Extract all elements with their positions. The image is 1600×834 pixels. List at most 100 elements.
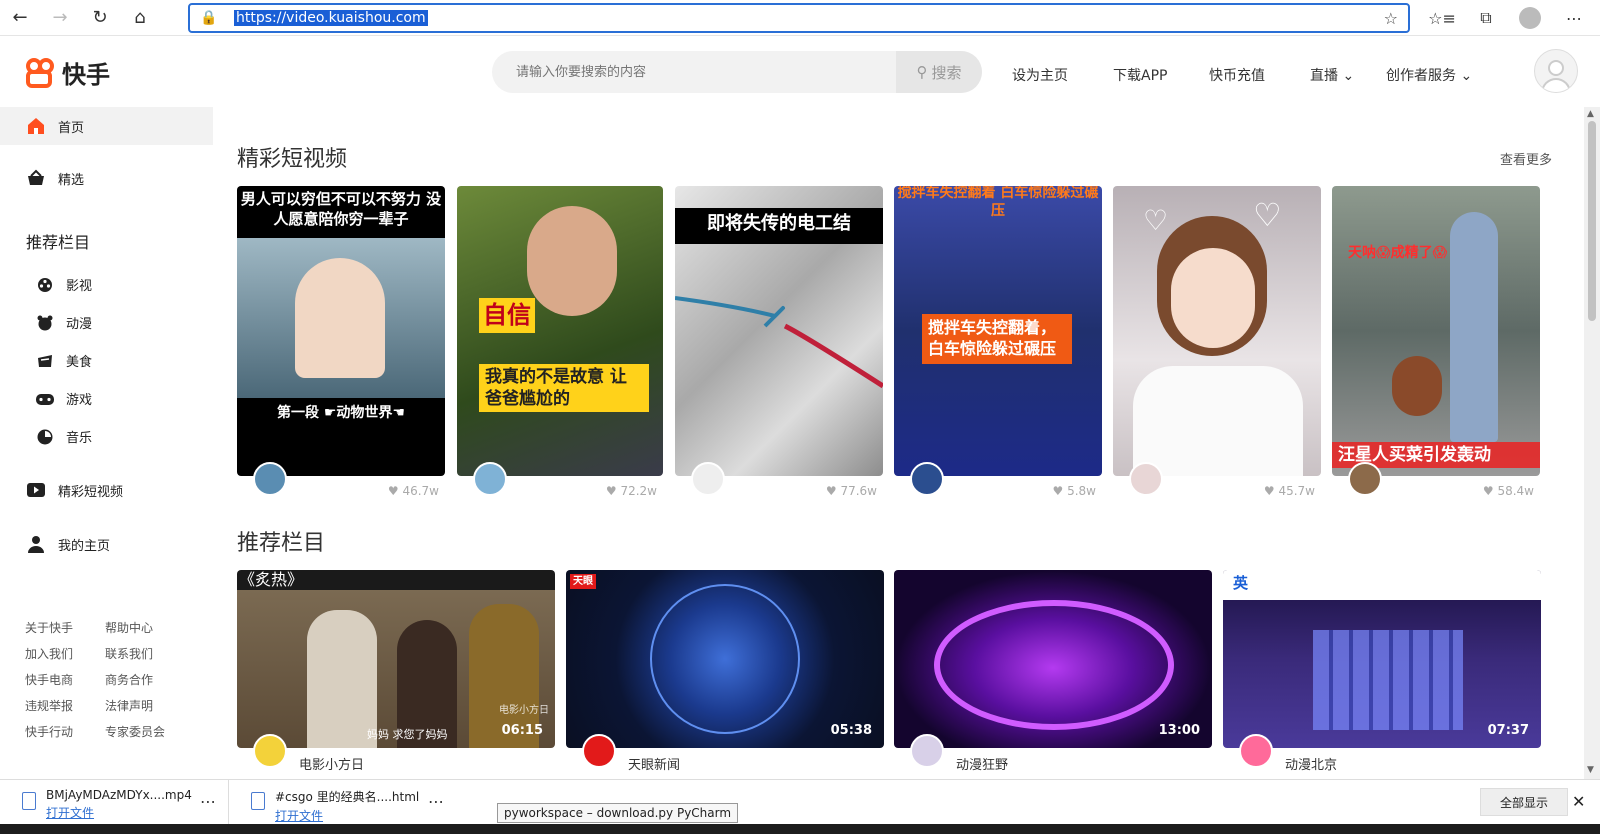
sidebar-item-film[interactable]: 影视: [36, 275, 92, 294]
heart-sticker-icon: ♡: [1253, 196, 1282, 234]
video-overlay-title: 《炙热》: [239, 570, 304, 589]
page-scrollbar[interactable]: ▲ ▼: [1584, 107, 1600, 779]
short-video-card[interactable]: 天呐😱成精了😱 汪星人买菜引发轰动 ♥ 58.4w: [1332, 186, 1540, 506]
channel-avatar[interactable]: [253, 734, 287, 768]
profile-avatar-icon[interactable]: [1519, 7, 1541, 29]
recommended-video-card[interactable]: 13:00 动漫狂野: [894, 570, 1212, 778]
like-count: ♥ 45.7w: [1263, 484, 1315, 498]
open-file-link[interactable]: 打开文件: [275, 807, 419, 824]
channel-name[interactable]: 动漫狂野: [956, 754, 1008, 773]
favorite-star-icon[interactable]: ☆: [1384, 9, 1398, 28]
author-avatar[interactable]: [473, 462, 507, 496]
sidebar-item-games[interactable]: 游戏: [36, 389, 92, 408]
short-video-card[interactable]: 自信 我真的不是故意 让爸爸尴尬的 ♥ 72.2w: [457, 186, 663, 506]
channel-name[interactable]: 电影小方日: [299, 754, 364, 773]
short-video-card[interactable]: 即将失传的电工结 ♥ 77.6w: [675, 186, 883, 506]
footer-link-contact[interactable]: 联系我们: [105, 645, 153, 662]
author-avatar[interactable]: [691, 462, 725, 496]
favorites-icon[interactable]: ☆≡: [1420, 9, 1464, 28]
file-icon: [251, 792, 265, 810]
video-thumbnail[interactable]: ♡ ♡: [1113, 186, 1321, 476]
download-more-icon[interactable]: ⋯: [428, 792, 444, 811]
sidebar-item-short-videos[interactable]: 精彩短视频: [0, 471, 213, 509]
home-icon[interactable]: ⌂: [120, 0, 160, 36]
video-thumbnail[interactable]: 天呐😱成精了😱 汪星人买菜引发轰动: [1332, 186, 1540, 476]
video-thumbnail[interactable]: 即将失传的电工结: [675, 186, 883, 476]
channel-avatar[interactable]: [582, 734, 616, 768]
video-thumbnail[interactable]: 英 07:37: [1223, 570, 1541, 748]
recommended-video-card[interactable]: 《炙热》 妈妈 求您了妈妈 电影小方日 06:15 电影小方日: [237, 570, 555, 778]
video-duration: 06:15: [501, 723, 543, 738]
sidebar-label: 游戏: [66, 393, 93, 408]
video-thumbnail[interactable]: 13:00: [894, 570, 1212, 748]
see-more-link[interactable]: 查看更多: [1500, 149, 1552, 168]
video-thumbnail[interactable]: 天眼 05:38: [566, 570, 884, 748]
short-video-card[interactable]: 搅拌车失控翻着 白车惊险躲过碾压 搅拌车失控翻着，白车惊险躲过碾压 ♥ 5.8w: [894, 186, 1102, 506]
footer-link-join[interactable]: 加入我们: [25, 645, 73, 662]
search-button[interactable]: ⚲ 搜索: [896, 51, 982, 93]
download-app-link[interactable]: 下载APP: [1113, 65, 1167, 85]
short-video-card[interactable]: ♡ ♡ ♥ 45.7w: [1113, 186, 1321, 506]
channel-avatar[interactable]: [910, 734, 944, 768]
footer-link-help[interactable]: 帮助中心: [105, 619, 153, 636]
footer-link-ecommerce[interactable]: 快手电商: [25, 671, 73, 688]
video-thumbnail[interactable]: 男人可以穷但不可以不努力 没人愿意陪你穷一辈子 第一段 ☛动物世界☚: [237, 186, 445, 476]
channel-name[interactable]: 动漫北京: [1285, 754, 1337, 773]
sidebar-item-featured[interactable]: 精选: [0, 159, 213, 197]
search-input[interactable]: [492, 51, 896, 93]
channel-name[interactable]: 天眼新闻: [628, 754, 680, 773]
scrollbar-thumb[interactable]: [1588, 121, 1596, 321]
sidebar-item-home[interactable]: 首页: [0, 107, 213, 145]
author-avatar[interactable]: [253, 462, 287, 496]
home-icon: [26, 116, 46, 136]
footer-link-experts[interactable]: 专家委员会: [105, 723, 165, 740]
refresh-icon[interactable]: ↻: [80, 0, 120, 36]
open-file-link[interactable]: 打开文件: [46, 804, 192, 821]
author-avatar[interactable]: [1348, 462, 1382, 496]
author-avatar[interactable]: [1129, 462, 1163, 496]
back-icon[interactable]: ←: [0, 0, 40, 36]
creator-service-dropdown[interactable]: 创作者服务 ⌄: [1386, 65, 1472, 85]
forward-icon[interactable]: →: [40, 0, 80, 36]
like-count: ♥ 77.6w: [825, 484, 877, 498]
download-item[interactable]: #csgo 里的经典名....html 打开文件: [228, 780, 458, 825]
show-all-button[interactable]: 全部显示: [1480, 788, 1568, 816]
footer-link-report[interactable]: 违规举报: [25, 697, 73, 714]
file-icon: [22, 792, 36, 810]
set-homepage-link[interactable]: 设为主页: [1012, 65, 1068, 85]
sidebar-item-anime[interactable]: 动漫: [36, 313, 92, 332]
live-dropdown[interactable]: 直播 ⌄: [1310, 65, 1354, 85]
url-text[interactable]: https://video.kuaishou.com: [234, 10, 428, 26]
scroll-up-icon[interactable]: ▲: [1587, 109, 1594, 119]
thumb-caption: 即将失传的电工结: [707, 213, 851, 234]
video-thumbnail[interactable]: 自信 我真的不是故意 让爸爸尴尬的: [457, 186, 663, 476]
footer-link-business[interactable]: 商务合作: [105, 671, 153, 688]
download-more-icon[interactable]: ⋯: [200, 792, 216, 811]
recommended-video-card[interactable]: 英 07:37 动漫北京: [1223, 570, 1541, 778]
site-header: 快手 ⚲ 搜索 设为主页 下载APP 快币充值 直播 ⌄ 创作者服务 ⌄: [0, 37, 1584, 107]
video-thumbnail[interactable]: 《炙热》 妈妈 求您了妈妈 电影小方日 06:15: [237, 570, 555, 748]
more-menu-icon[interactable]: ⋯: [1552, 9, 1596, 28]
short-video-card[interactable]: 男人可以穷但不可以不努力 没人愿意陪你穷一辈子 第一段 ☛动物世界☚ ♥ 46.…: [237, 186, 445, 506]
user-avatar[interactable]: [1534, 49, 1578, 93]
video-thumbnail[interactable]: 搅拌车失控翻着 白车惊险躲过碾压 搅拌车失控翻着，白车惊险躲过碾压: [894, 186, 1102, 476]
sidebar: 首页 精选 推荐栏目 影视 动漫 美食 游戏 音乐 精彩短视频 我的主页 关于快…: [0, 107, 213, 779]
sidebar-item-my-home[interactable]: 我的主页: [0, 525, 213, 563]
address-bar[interactable]: 🔒 https://video.kuaishou.com ☆: [188, 3, 1410, 33]
recommended-video-card[interactable]: 天眼 05:38 天眼新闻: [566, 570, 884, 778]
author-avatar[interactable]: [910, 462, 944, 496]
recharge-link[interactable]: 快币充值: [1209, 65, 1265, 85]
sidebar-item-food[interactable]: 美食: [36, 351, 92, 370]
scroll-down-icon[interactable]: ▼: [1587, 765, 1594, 775]
kuaishou-logo[interactable]: 快手: [26, 55, 110, 90]
collections-icon[interactable]: ⧉: [1464, 8, 1508, 28]
footer-link-legal[interactable]: 法律声明: [105, 697, 153, 714]
sidebar-label: 精彩短视频: [58, 484, 124, 500]
channel-avatar[interactable]: [1239, 734, 1273, 768]
footer-link-about[interactable]: 关于快手: [25, 619, 73, 636]
footer-link-action[interactable]: 快手行动: [25, 723, 73, 740]
sidebar-item-music[interactable]: 音乐: [36, 427, 92, 446]
download-item[interactable]: BMjAyMDAzMDYx....mp4 打开文件: [0, 780, 230, 825]
main-content: 精彩短视频 查看更多 男人可以穷但不可以不努力 没人愿意陪你穷一辈子 第一段 ☛…: [213, 107, 1584, 779]
close-icon[interactable]: ✕: [1572, 792, 1585, 811]
